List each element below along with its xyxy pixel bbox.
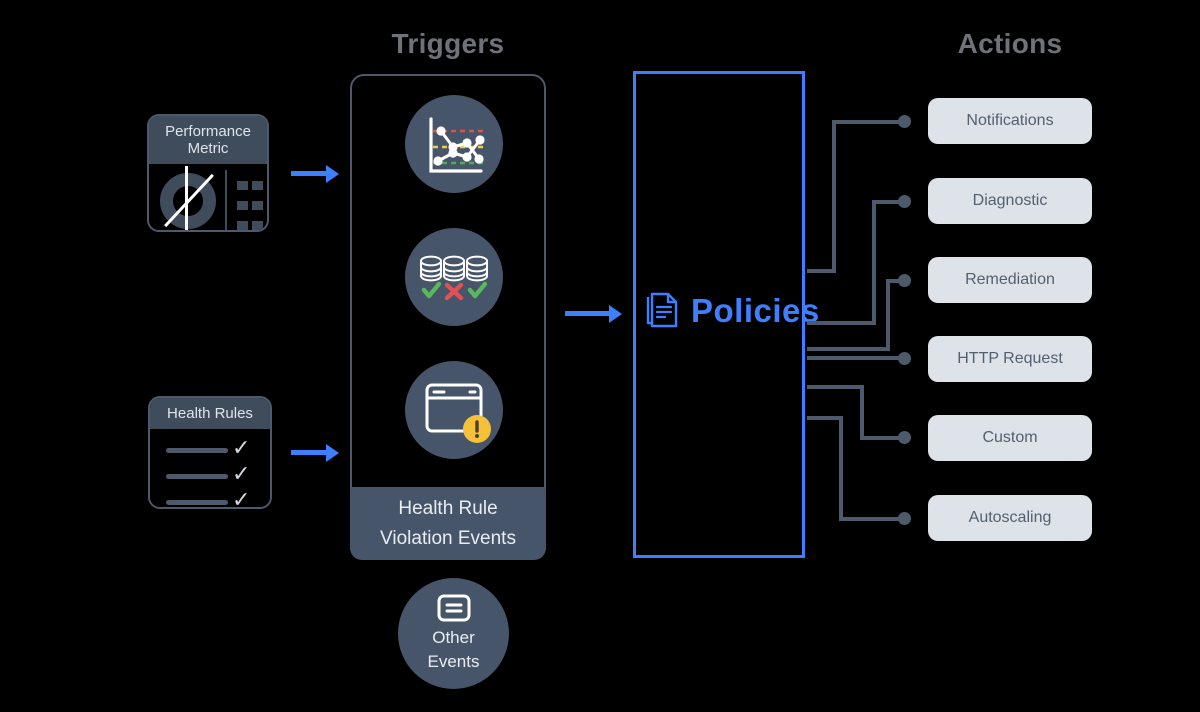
action-pill-http-request[interactable]: HTTP Request [928,336,1092,382]
connector-dot-http-request [898,352,911,365]
action-label: Notifications [966,112,1054,129]
action-label: Remediation [965,271,1055,288]
diagram-canvas: Triggers Actions Performance Metric Heal… [0,0,1200,712]
action-pill-custom[interactable]: Custom [928,415,1092,461]
connector-dot-autoscaling [898,512,911,525]
connector-dot-diagnostic [898,195,911,208]
action-label: Custom [982,429,1038,446]
action-label: Diagnostic [972,192,1048,209]
connector-dot-custom [898,431,911,444]
action-label: Autoscaling [968,509,1052,526]
action-pill-autoscaling[interactable]: Autoscaling [928,495,1092,541]
connector-dot-notifications [898,115,911,128]
action-pill-notifications[interactable]: Notifications [928,98,1092,144]
action-pill-diagnostic[interactable]: Diagnostic [928,178,1092,224]
action-pill-remediation[interactable]: Remediation [928,257,1092,303]
connector-dot-remediation [898,274,911,287]
action-label: HTTP Request [957,350,1063,367]
